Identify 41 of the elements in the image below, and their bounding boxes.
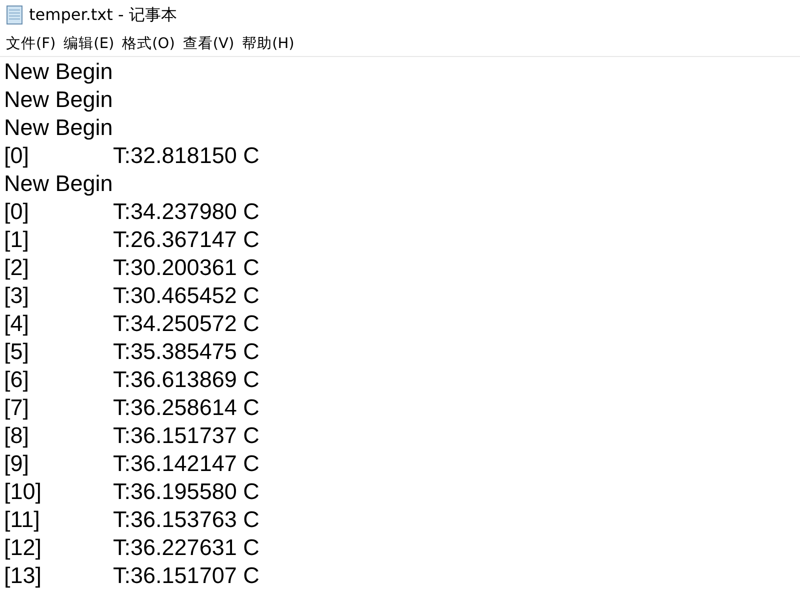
temperature-value: T:36.151707 C bbox=[113, 562, 260, 590]
entry-index: [2] bbox=[4, 254, 30, 282]
temperature-value: T:30.465452 C bbox=[113, 282, 260, 310]
menu-item[interactable]: 编辑(E) bbox=[62, 34, 116, 52]
text-line: New Begin bbox=[4, 58, 113, 86]
temperature-value: T:34.237980 C bbox=[113, 198, 260, 226]
temperature-value: T:36.227631 C bbox=[113, 534, 260, 562]
temperature-value: T:34.250572 C bbox=[113, 310, 260, 338]
entry-index: [10] bbox=[4, 478, 43, 506]
temperature-value: T:36.153763 C bbox=[113, 506, 260, 534]
entry-index: [8] bbox=[4, 422, 30, 450]
menu-item[interactable]: 帮助(H) bbox=[240, 34, 296, 52]
entry-index: [0] bbox=[4, 198, 30, 226]
entry-index: [3] bbox=[4, 282, 30, 310]
entry-index: [11] bbox=[4, 506, 41, 534]
notepad-icon bbox=[6, 5, 23, 25]
menu-item[interactable]: 文件(F) bbox=[4, 34, 58, 52]
entry-index: [13] bbox=[4, 562, 43, 590]
window-title: temper.txt - 记事本 bbox=[29, 4, 177, 26]
temperature-value: T:26.367147 C bbox=[113, 226, 260, 254]
temperature-value: T:35.385475 C bbox=[113, 338, 260, 366]
temperature-value: T:36.258614 C bbox=[113, 394, 260, 422]
entry-index: [4] bbox=[4, 310, 30, 338]
temperature-value: T:36.613869 C bbox=[113, 366, 260, 394]
entry-index: [12] bbox=[4, 534, 43, 562]
temperature-value: T:36.151737 C bbox=[113, 422, 260, 450]
entry-index: [5] bbox=[4, 338, 30, 366]
entry-index: [9] bbox=[4, 450, 30, 478]
text-line: New Begin bbox=[4, 86, 113, 114]
entry-index: [0] bbox=[4, 142, 30, 170]
temperature-value: T:36.142147 C bbox=[113, 450, 260, 478]
entry-index: [7] bbox=[4, 394, 30, 422]
menu-item[interactable]: 格式(O) bbox=[120, 34, 177, 52]
text-line: New Begin bbox=[4, 114, 113, 142]
text-line: New Begin bbox=[4, 170, 113, 198]
menu-item[interactable]: 查看(V) bbox=[180, 34, 236, 52]
entry-index: [6] bbox=[4, 366, 30, 394]
entry-index: [1] bbox=[4, 226, 30, 254]
temperature-value: T:30.200361 C bbox=[113, 254, 260, 282]
temperature-value: T:32.818150 C bbox=[113, 142, 260, 170]
temperature-value: T:36.195580 C bbox=[113, 478, 260, 506]
